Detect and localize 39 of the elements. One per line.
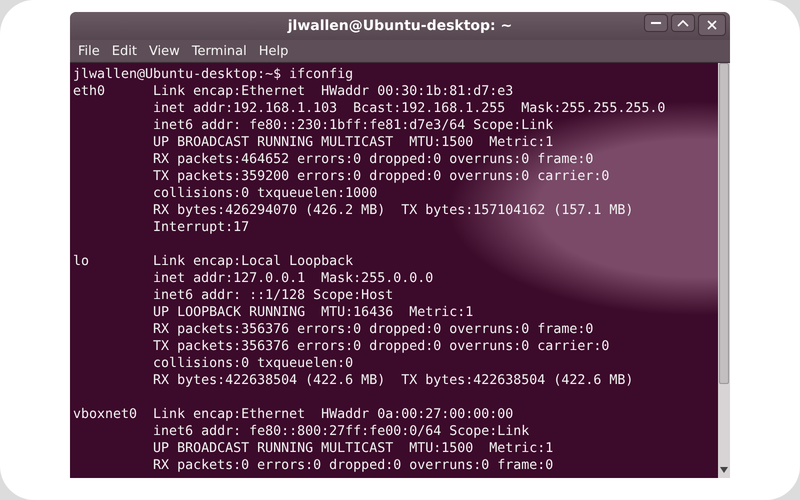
output-line: RX bytes:426294070 (426.2 MB) TX bytes:157104162 (157.1 MB) [153,202,634,219]
output-line: TX packets:359200 errors:0 dropped:0 overruns:0 carrier:0 [153,168,610,185]
output-line: inet6 addr: fe80::800:27ff:fe00:0/64 Scope:Link [153,423,530,440]
minimize-button[interactable] [644,14,668,32]
command-line: jlwallen@Ubuntu-desktop:~$ ifconfig [73,66,354,83]
close-icon [706,19,718,31]
output-line: UP BROADCAST RUNNING MULTICAST MTU:1500 Metric:1 [153,440,554,457]
output-line: RX bytes:422638504 (422.6 MB) TX bytes:422638504 (422.6 MB) [153,372,634,389]
output-line: UP BROADCAST RUNNING MULTICAST MTU:1500 Metric:1 [153,134,554,151]
output-line: inet6 addr: fe80::230:1bff:fe81:d7e3/64 Scope:Link [153,117,554,134]
output-line: UP LOOPBACK RUNNING MTU:16436 Metric:1 [153,304,474,321]
output-line: Link encap:Local Loopback [153,253,354,270]
maximize-button[interactable] [671,14,695,32]
output-line: collisions:0 txqueuelen:0 [153,355,354,372]
scroll-down-icon[interactable] [719,466,729,474]
menu-item[interactable]: File [78,44,100,58]
scrollbar-thumb[interactable] [719,63,729,384]
caret-up-icon [677,18,689,28]
menu-item[interactable]: Edit [112,44,137,58]
output-line: Link encap:Ethernet HWaddr 00:30:1b:81:d7:e3 [153,83,514,100]
interface-name: eth0 [73,83,106,101]
output-line: RX packets:0 errors:0 dropped:0 overruns:0 frame:0 [153,457,554,474]
menu-item[interactable]: View [148,44,180,58]
menu-item[interactable]: Terminal [192,44,247,58]
window-title: jlwallen@Ubuntu-desktop: ~ [288,18,512,34]
output-line: RX packets:464652 errors:0 dropped:0 overruns:0 frame:0 [153,151,594,168]
output-line: inet addr:192.168.1.103 Bcast:192.168.1.255 Mask:255.255.255.0 [153,100,666,117]
output-line: Interrupt:17 [153,219,250,236]
output-line: TX packets:356376 errors:0 dropped:0 overruns:0 carrier:0 [153,338,610,355]
output-line: inet addr:127.0.0.1 Mask:255.0.0.0 [153,270,434,287]
output-line: Link encap:Ethernet HWaddr 0a:00:27:00:00:00 [153,406,514,423]
menu-item[interactable]: Help [258,44,288,58]
output-line: inet6 addr: ::1/128 Scope:Host [153,287,394,304]
output-line: collisions:0 txqueuelen:1000 [153,185,378,202]
output-line: RX packets:356376 errors:0 dropped:0 overruns:0 frame:0 [153,321,594,338]
interface-name: vboxnet0 [73,406,138,424]
scrollbar[interactable] [718,63,730,478]
close-button[interactable] [698,14,726,36]
interface-name: lo [73,253,90,271]
